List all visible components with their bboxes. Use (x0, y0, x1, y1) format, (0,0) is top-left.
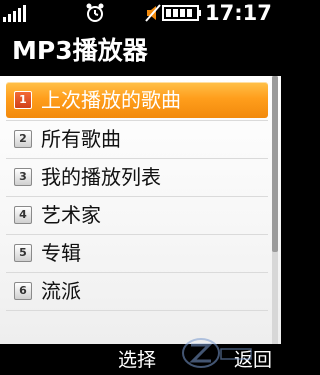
select-softkey[interactable]: 选择 (118, 346, 156, 374)
menu-item-playlists[interactable]: 3 我的播放列表 (6, 159, 268, 195)
menu-list: 1 上次播放的歌曲 2 所有歌曲 3 我的播放列表 4 艺术家 5 专辑 6 流… (0, 76, 281, 344)
scrollbar-thumb[interactable] (272, 76, 278, 252)
menu-item-label: 艺术家 (41, 203, 101, 227)
alarm-clock-icon (86, 3, 104, 22)
status-time: 17:17 (205, 1, 272, 25)
item-number-badge: 1 (14, 91, 32, 109)
menu-item-label: 上次播放的歌曲 (41, 88, 181, 112)
watermark-logo (182, 338, 252, 368)
page-title: MP3播放器 (12, 36, 148, 65)
title-bar: MP3播放器 (0, 26, 281, 76)
status-bar: 17:17 (0, 0, 281, 26)
menu-item-all-songs[interactable]: 2 所有歌曲 (6, 121, 268, 157)
menu-item-label: 流派 (41, 279, 81, 303)
item-number-badge: 5 (14, 244, 32, 262)
menu-item-label: 所有歌曲 (41, 127, 121, 151)
menu-item-label: 我的播放列表 (41, 165, 161, 189)
divider (6, 310, 268, 311)
item-number-badge: 2 (14, 130, 32, 148)
signal-strength-icon (3, 5, 26, 22)
menu-item-genres[interactable]: 6 流派 (6, 273, 268, 309)
menu-item-albums[interactable]: 5 专辑 (6, 235, 268, 271)
battery-icon (162, 5, 201, 21)
item-number-badge: 3 (14, 168, 32, 186)
item-number-badge: 6 (14, 282, 32, 300)
item-number-badge: 4 (14, 206, 32, 224)
silent-mode-icon (145, 4, 161, 22)
menu-item-last-played[interactable]: 1 上次播放的歌曲 (6, 82, 268, 118)
menu-item-artists[interactable]: 4 艺术家 (6, 197, 268, 233)
menu-item-label: 专辑 (41, 241, 81, 265)
